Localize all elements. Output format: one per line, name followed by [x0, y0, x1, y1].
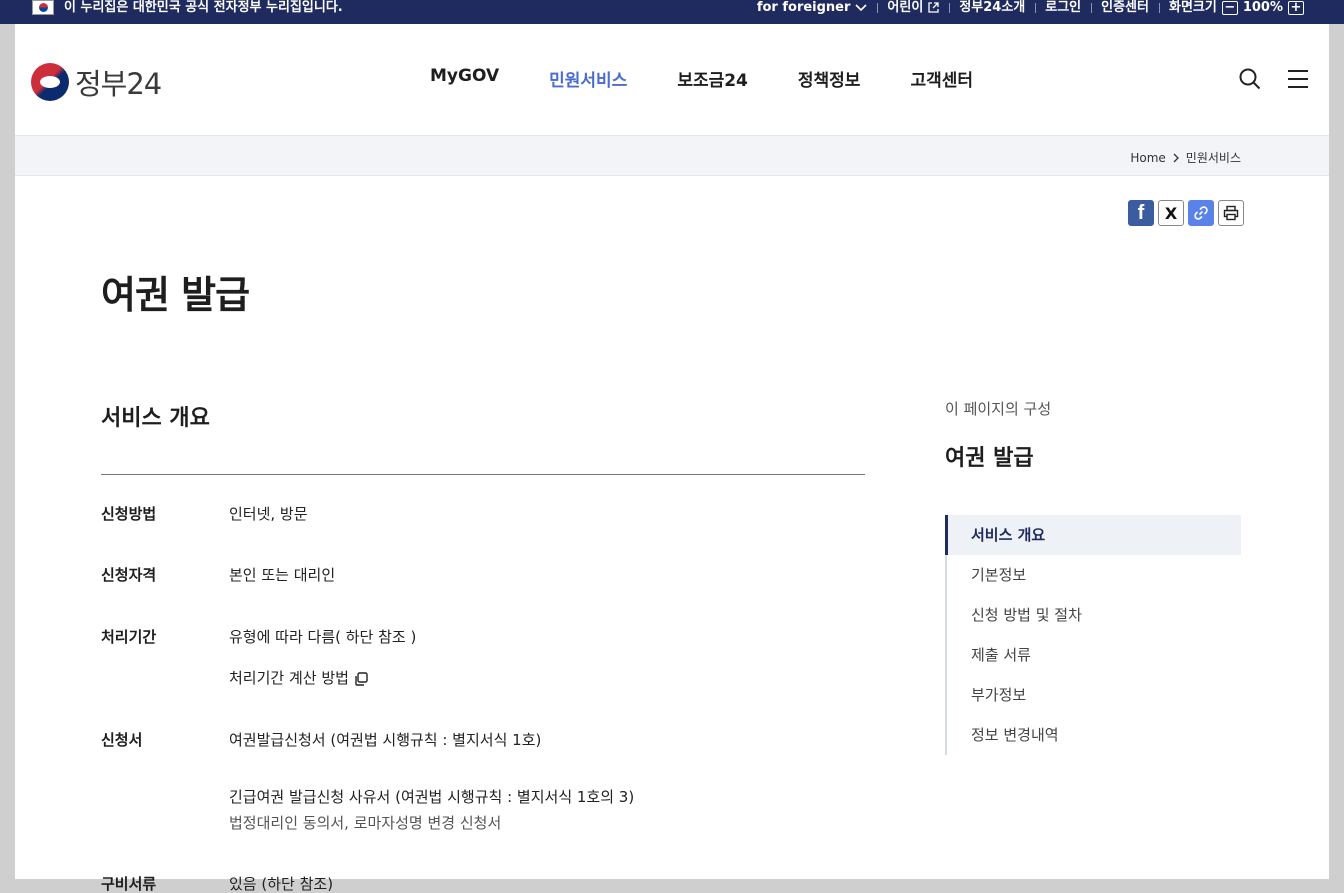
nav-customer-center[interactable]: 고객센터 [910, 66, 973, 91]
page-panel: 정부24 MyGOV 민원서비스 보조금24 정책정보 고객센터 Home 민원… [15, 24, 1329, 893]
section-title-overview: 서비스 개요 [101, 406, 210, 431]
korea-flag-icon [32, 0, 54, 15]
link-icon [1194, 206, 1208, 220]
toc-title: 여권 발급 [945, 446, 1034, 471]
breadcrumb: Home 민원서비스 [1130, 149, 1241, 166]
cert-center-link[interactable]: 인증센터 [1091, 0, 1159, 15]
nav-civil-service[interactable]: 민원서비스 [549, 66, 627, 91]
toc-item-basic-info[interactable]: 기본정보 [947, 555, 1241, 595]
for-foreigner-label: for foreigner [756, 0, 851, 15]
toc-item-change-history[interactable]: 정보 변경내역 [947, 715, 1241, 755]
taegeuk-logo-icon [31, 63, 69, 101]
zoom-out-button[interactable]: − [1221, 0, 1238, 15]
gov-banner: 이 누리집은 대한민국 공식 전자정부 누리집입니다. for foreigne… [0, 0, 1344, 24]
method-label: 신청방법 [101, 505, 157, 523]
print-button[interactable] [1218, 200, 1244, 226]
breadcrumb-current[interactable]: 민원서비스 [1186, 149, 1241, 166]
period-label: 처리기간 [101, 628, 157, 646]
utility-menu: for foreigner 어린이 정부24소개 로그인 인증센터 화면크기 −… [747, 0, 1314, 15]
toc-item-additional-info[interactable]: 부가정보 [947, 675, 1241, 715]
menu-icon[interactable] [1287, 68, 1309, 90]
docs-value: 있음 (하단 참조) [229, 875, 334, 893]
logo-text: 정부24 [75, 67, 162, 101]
search-icon[interactable] [1239, 68, 1261, 90]
main-nav: MyGOV 민원서비스 보조금24 정책정보 고객센터 [430, 66, 973, 91]
copy-icon [355, 671, 368, 686]
zoom-label: 화면크기 [1168, 0, 1217, 15]
kids-link[interactable]: 어린이 [877, 0, 949, 15]
form-value-2[interactable]: 긴급여권 발급신청 사유서 (여권법 시행규칙 : 별지서식 1호의 3) [229, 786, 634, 807]
login-link[interactable]: 로그인 [1035, 0, 1091, 15]
form-value-1[interactable]: 여권발급신청서 (여권법 시행규칙 : 별지서식 1호) [229, 729, 541, 750]
period-calc-label: 처리기간 계산 방법 [229, 669, 349, 687]
page-title: 여권 발급 [101, 273, 250, 317]
copy-link-button[interactable] [1188, 200, 1214, 226]
toc-caption: 이 페이지의 구성 [945, 400, 1052, 418]
breadcrumb-home[interactable]: Home [1130, 151, 1165, 165]
nav-mygov[interactable]: MyGOV [430, 66, 499, 91]
share-buttons: f X [1128, 200, 1244, 226]
period-value: 유형에 따라 다름( 하단 참조 ) [229, 628, 417, 646]
site-logo[interactable]: 정부24 [31, 61, 162, 103]
method-value: 인터넷, 방문 [229, 505, 308, 523]
nav-subsidy24[interactable]: 보조금24 [677, 66, 748, 91]
eligibility-label: 신청자격 [101, 566, 157, 584]
toc-item-overview[interactable]: 서비스 개요 [945, 515, 1241, 555]
toc-item-documents[interactable]: 제출 서류 [947, 635, 1241, 675]
page-toc: 서비스 개요 기본정보 신청 방법 및 절차 제출 서류 부가정보 정보 변경내… [945, 515, 1241, 755]
header-icons [1239, 68, 1309, 90]
nav-policy-info[interactable]: 정책정보 [798, 66, 861, 91]
x-share-button[interactable]: X [1158, 200, 1184, 226]
print-icon [1223, 205, 1239, 221]
external-link-icon [928, 2, 939, 13]
for-foreigner-link[interactable]: for foreigner [747, 0, 878, 15]
zoom-control: 화면크기 − 100% + [1158, 0, 1314, 15]
facebook-share-button[interactable]: f [1128, 200, 1154, 226]
zoom-value: 100% [1242, 0, 1283, 15]
kids-label: 어린이 [887, 0, 924, 15]
chevron-down-icon [855, 3, 867, 11]
site-header: 정부24 MyGOV 민원서비스 보조금24 정책정보 고객센터 [15, 24, 1329, 136]
zoom-in-button[interactable]: + [1288, 0, 1304, 15]
period-calc-link[interactable]: 처리기간 계산 방법 [229, 667, 369, 688]
chevron-right-icon [1173, 153, 1179, 162]
eligibility-value: 본인 또는 대리인 [229, 566, 336, 584]
section-divider [101, 474, 865, 475]
toc-item-procedure[interactable]: 신청 방법 및 절차 [947, 595, 1241, 635]
form-label: 신청서 [101, 731, 143, 749]
breadcrumb-bar: Home 민원서비스 [15, 136, 1329, 176]
form-value-3[interactable]: 법정대리인 동의서, 로마자성명 변경 신청서 [229, 812, 501, 833]
about-link[interactable]: 정부24소개 [949, 0, 1035, 15]
docs-label: 구비서류 [101, 875, 157, 893]
gov-notice-text[interactable]: 이 누리집은 대한민국 공식 전자정부 누리집입니다. [64, 0, 343, 15]
